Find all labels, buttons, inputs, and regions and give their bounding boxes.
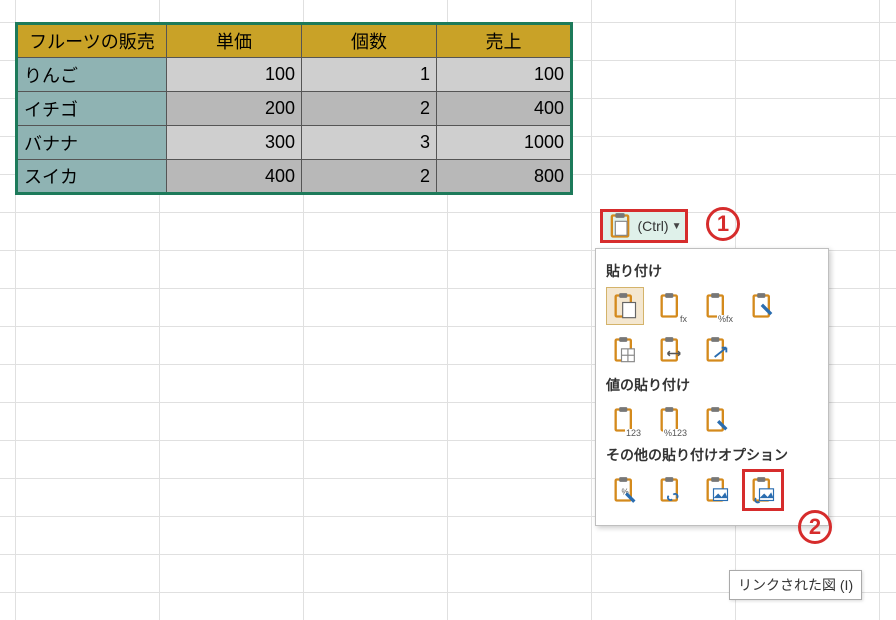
annotation-circle-2: 2 — [798, 510, 832, 544]
clipboard-pct-brush-icon: % — [611, 475, 639, 505]
clipboard-grid-icon — [611, 335, 639, 365]
cell-qty[interactable]: 1 — [302, 58, 437, 92]
cell-sales[interactable]: 400 — [437, 92, 572, 126]
table-row: りんご 100 1 100 — [17, 58, 572, 92]
cell-qty[interactable]: 2 — [302, 92, 437, 126]
cell-sales[interactable]: 100 — [437, 58, 572, 92]
paste-button-label: (Ctrl) — [637, 218, 668, 234]
paste-icon-no-borders[interactable] — [606, 331, 644, 369]
paste-options-flyout: 貼り付け fx %fx — [595, 248, 829, 526]
section-paste-label: 貼り付け — [606, 261, 818, 281]
cell-price[interactable]: 300 — [167, 126, 302, 160]
chevron-down-icon: ▼ — [672, 221, 682, 232]
cell-price[interactable]: 200 — [167, 92, 302, 126]
clipboard-linked-picture-icon — [749, 475, 777, 505]
paste-other-link-icon[interactable] — [652, 471, 690, 509]
paste-options-button[interactable]: (Ctrl) ▼ — [600, 209, 688, 243]
paste-icon-formulas-number[interactable]: %fx — [698, 287, 736, 325]
paste-icon-keep-col-width[interactable] — [652, 331, 690, 369]
clipboard-colwidth-icon — [657, 335, 685, 365]
annotation-circle-1: 1 — [706, 207, 740, 241]
tooltip-text: リンクされた図 (I) — [738, 577, 853, 593]
paste-values-number-icon[interactable]: %123 — [652, 401, 690, 439]
tooltip-linked-picture: リンクされた図 (I) — [729, 570, 862, 600]
cell-name[interactable]: りんご — [17, 58, 167, 92]
annotation-1-label: 1 — [717, 211, 729, 237]
paste-other-picture-icon[interactable] — [698, 471, 736, 509]
annotation-2-label: 2 — [809, 514, 821, 540]
paste-icon-default[interactable] — [606, 287, 644, 325]
paste-values-formatting-icon[interactable] — [698, 401, 736, 439]
clipboard-page-icon — [611, 291, 639, 321]
section-other-label: その他の貼り付けオプション — [606, 445, 818, 465]
clipboard-brush-icon — [749, 291, 777, 321]
paste-icon-transpose[interactable] — [698, 331, 736, 369]
cell-name[interactable]: イチゴ — [17, 92, 167, 126]
cell-qty[interactable]: 2 — [302, 160, 437, 194]
cell-price[interactable]: 100 — [167, 58, 302, 92]
header-qty[interactable]: 個数 — [302, 24, 437, 58]
cell-sales[interactable]: 800 — [437, 160, 572, 194]
cell-qty[interactable]: 3 — [302, 126, 437, 160]
table-row: イチゴ 200 2 400 — [17, 92, 572, 126]
cell-sales[interactable]: 1000 — [437, 126, 572, 160]
clipboard-picture-icon — [703, 475, 731, 505]
header-name[interactable]: フルーツの販売 — [17, 24, 167, 58]
cell-price[interactable]: 400 — [167, 160, 302, 194]
paste-icon-formatting[interactable] — [744, 287, 782, 325]
icon-sub-pct123: %123 — [663, 429, 688, 438]
clipboard-transpose-icon — [703, 335, 731, 365]
paste-values-icon[interactable]: 123 — [606, 401, 644, 439]
table-row: バナナ 300 3 1000 — [17, 126, 572, 160]
paste-other-linked-picture-icon[interactable] — [744, 471, 782, 509]
cell-name[interactable]: バナナ — [17, 126, 167, 160]
header-price[interactable]: 単価 — [167, 24, 302, 58]
clipboard-icon — [606, 211, 634, 241]
table-row: スイカ 400 2 800 — [17, 160, 572, 194]
icon-sub-pctfx: %fx — [717, 315, 734, 324]
clipboard-chainlink-icon — [657, 475, 685, 505]
header-sales[interactable]: 売上 — [437, 24, 572, 58]
fruit-sales-table: フルーツの販売 単価 個数 売上 りんご 100 1 100 イチゴ 200 2… — [15, 22, 573, 195]
cell-name[interactable]: スイカ — [17, 160, 167, 194]
icon-sub-123: 123 — [625, 429, 642, 438]
clipboard-12brush-icon — [703, 405, 731, 435]
table-header-row: フルーツの販売 単価 個数 売上 — [17, 24, 572, 58]
paste-other-format-link-icon[interactable]: % — [606, 471, 644, 509]
paste-icon-formulas[interactable]: fx — [652, 287, 690, 325]
section-values-label: 値の貼り付け — [606, 375, 818, 395]
icon-sub-fx: fx — [679, 315, 688, 324]
